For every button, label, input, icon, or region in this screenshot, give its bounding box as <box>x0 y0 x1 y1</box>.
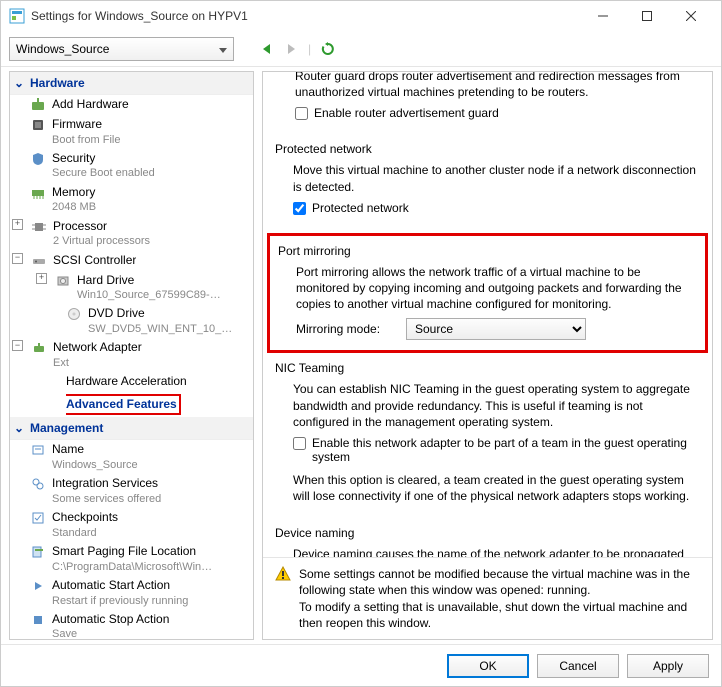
paging-icon <box>30 544 46 560</box>
title-bar: Settings for Windows_Source on HYPV1 <box>1 1 721 31</box>
firmware-icon <box>30 117 46 133</box>
nav-forward-button[interactable] <box>284 42 298 56</box>
port-mirroring-title: Port mirroring <box>278 242 697 260</box>
refresh-button[interactable] <box>321 42 335 56</box>
sidebar-item-firmware[interactable]: FirmwareBoot from File <box>10 115 253 149</box>
port-mirroring-desc: Port mirroring allows the network traffi… <box>296 264 697 313</box>
stop-action-icon <box>30 612 46 628</box>
nic-teaming-note: When this option is cleared, a team crea… <box>293 472 700 504</box>
sidebar-item-dvd-drive[interactable]: DVD DriveSW_DVD5_WIN_ENT_10_1607... <box>10 304 253 338</box>
collapse-icon[interactable]: − <box>12 340 23 351</box>
sidebar-item-network-adapter[interactable]: −Network AdapterExt <box>10 338 253 372</box>
protected-network-title: Protected network <box>275 140 700 158</box>
sidebar-item-processor[interactable]: +Processor2 Virtual processors <box>10 217 253 251</box>
hard-drive-icon <box>55 273 71 289</box>
content-panel: Router guard drops router advertisement … <box>262 71 713 640</box>
protected-network-desc: Move this virtual machine to another clu… <box>293 162 700 194</box>
warning-text: Some settings cannot be modified because… <box>299 566 700 631</box>
sidebar-item-scsi[interactable]: −SCSI Controller <box>10 251 253 271</box>
nic-teaming-title: NIC Teaming <box>275 359 700 377</box>
collapse-icon[interactable]: − <box>12 253 23 264</box>
expand-icon[interactable]: + <box>12 219 23 230</box>
app-icon <box>9 8 25 24</box>
device-naming-title: Device naming <box>275 524 700 542</box>
toolbar: Windows_Source | <box>1 31 721 67</box>
sidebar-item-hard-drive[interactable]: +Hard DriveWin10_Source_67599C89-CC1... <box>10 271 253 305</box>
nic-teaming-label: Enable this network adapter to be part o… <box>312 436 700 464</box>
checkpoint-icon <box>30 510 46 526</box>
protected-network-checkbox[interactable] <box>293 202 306 215</box>
chevron-down-icon <box>219 42 227 56</box>
sidebar-item-name[interactable]: NameWindows_Source <box>10 440 253 474</box>
dvd-icon <box>66 306 82 322</box>
vm-selector-value: Windows_Source <box>16 42 109 56</box>
port-mirroring-group: Port mirroring Port mirroring allows the… <box>267 233 708 354</box>
nic-teaming-checkbox[interactable] <box>293 437 306 450</box>
category-hardware[interactable]: ⌄Hardware <box>10 72 253 95</box>
sidebar-item-hw-accel[interactable]: Hardware Acceleration <box>10 372 253 392</box>
sidebar-item-memory[interactable]: Memory2048 MB <box>10 183 253 217</box>
network-icon <box>31 340 47 356</box>
router-guard-label: Enable router advertisement guard <box>314 106 499 120</box>
start-action-icon <box>30 578 46 594</box>
name-icon <box>30 442 46 458</box>
integration-icon <box>30 476 46 492</box>
warning-row: Some settings cannot be modified because… <box>263 557 712 639</box>
sidebar-item-auto-start[interactable]: Automatic Start ActionRestart if previou… <box>10 576 253 610</box>
warning-icon <box>275 566 291 585</box>
cancel-button[interactable]: Cancel <box>537 654 619 678</box>
window-title: Settings for Windows_Source on HYPV1 <box>31 9 581 23</box>
sidebar-item-auto-stop[interactable]: Automatic Stop ActionSave <box>10 610 253 640</box>
vm-selector[interactable]: Windows_Source <box>9 37 234 61</box>
close-button[interactable] <box>669 1 713 31</box>
mirroring-mode-select[interactable]: Source <box>406 318 586 340</box>
maximize-button[interactable] <box>625 1 669 31</box>
apply-button[interactable]: Apply <box>627 654 709 678</box>
ok-button[interactable]: OK <box>447 654 529 678</box>
controller-icon <box>31 253 47 269</box>
router-guard-checkbox[interactable] <box>295 107 308 120</box>
add-hardware-icon <box>30 97 46 113</box>
protected-network-label: Protected network <box>312 201 409 215</box>
mirroring-mode-label: Mirroring mode: <box>296 322 396 336</box>
dialog-footer: OK Cancel Apply <box>1 644 721 686</box>
settings-tree[interactable]: ⌄Hardware Add Hardware FirmwareBoot from… <box>9 71 254 640</box>
sidebar-item-checkpoints[interactable]: CheckpointsStandard <box>10 508 253 542</box>
nav-back-button[interactable] <box>260 42 274 56</box>
expand-icon[interactable]: + <box>36 273 47 284</box>
router-guard-desc: Router guard drops router advertisement … <box>295 72 700 100</box>
device-naming-desc: Device naming causes the name of the net… <box>293 546 700 557</box>
nic-teaming-desc: You can establish NIC Teaming in the gue… <box>293 381 700 430</box>
shield-icon <box>30 151 46 167</box>
collapse-icon: ⌄ <box>14 421 24 435</box>
sidebar-item-smart-paging[interactable]: Smart Paging File LocationC:\ProgramData… <box>10 542 253 576</box>
sidebar-item-integration[interactable]: Integration ServicesSome services offere… <box>10 474 253 508</box>
minimize-button[interactable] <box>581 1 625 31</box>
sidebar-item-security[interactable]: SecuritySecure Boot enabled <box>10 149 253 183</box>
memory-icon <box>30 185 46 201</box>
sidebar-item-add-hardware[interactable]: Add Hardware <box>10 95 253 115</box>
collapse-icon: ⌄ <box>14 76 24 90</box>
sidebar-item-advanced-features[interactable]: Advanced Features <box>10 392 253 418</box>
processor-icon <box>31 219 47 235</box>
category-management[interactable]: ⌄Management <box>10 417 253 440</box>
